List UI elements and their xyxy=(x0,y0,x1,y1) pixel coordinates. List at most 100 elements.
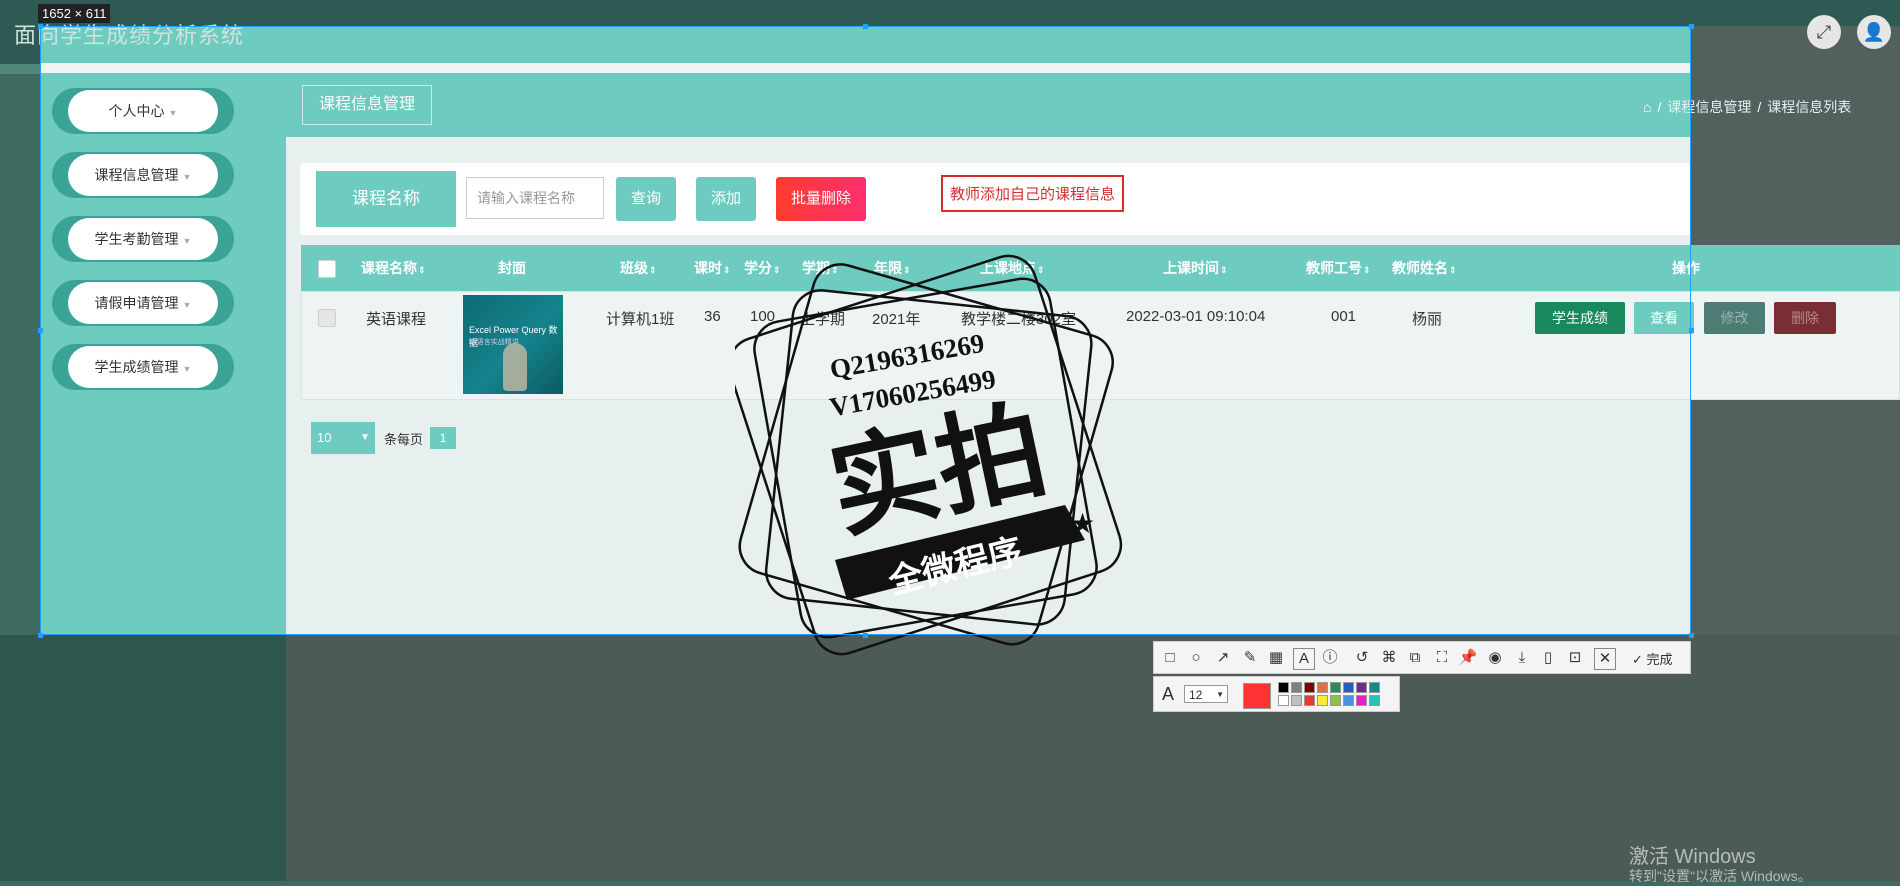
font-size-select[interactable]: 12 ▼ xyxy=(1184,685,1228,703)
color-swatch[interactable] xyxy=(1317,695,1328,706)
cell-course: 英语课程 xyxy=(366,311,427,328)
color-swatch[interactable] xyxy=(1291,682,1302,693)
select-all-checkbox[interactable] xyxy=(318,260,336,278)
resize-handle[interactable] xyxy=(1689,328,1694,333)
color-swatch[interactable] xyxy=(1278,682,1289,693)
text-options-toolbar: A 12 ▼ xyxy=(1153,676,1400,712)
download-icon[interactable]: ⤓ xyxy=(1512,648,1532,668)
resize-handle[interactable] xyxy=(863,633,868,638)
pen-icon[interactable]: ✎ xyxy=(1240,648,1260,668)
column-header-teacher-name[interactable]: 教师姓名⇕ xyxy=(1392,245,1457,291)
chevron-down-icon: ▼ xyxy=(360,432,370,443)
sidebar: 个人中心 ▼ 课程信息管理 ▼ 学生考勤管理 ▼ 请假申请管理 ▼ 学生成绩管理 ▼ xyxy=(40,73,286,635)
fullscreen-icon[interactable]: ⤢ xyxy=(1807,15,1841,49)
student-grades-button[interactable]: 学生成绩 xyxy=(1535,302,1625,334)
selection-size-label: 1652 × 611 xyxy=(38,4,111,23)
color-swatch[interactable] xyxy=(1369,682,1380,693)
sort-icon: ⇕ xyxy=(1220,265,1228,275)
sidebar-item-label: 个人中心 xyxy=(108,103,165,119)
color-swatch[interactable] xyxy=(1317,682,1328,693)
user-icon[interactable]: 👤 xyxy=(1857,15,1891,49)
color-swatch[interactable] xyxy=(1343,682,1354,693)
resize-handle[interactable] xyxy=(38,24,43,29)
pin-top-icon[interactable]: 📌 xyxy=(1458,648,1478,668)
resize-handle[interactable] xyxy=(38,328,43,333)
breadcrumb-item[interactable]: 课程信息管理 xyxy=(1667,99,1751,115)
color-swatch[interactable] xyxy=(1330,682,1341,693)
caret-down-icon: ▼ xyxy=(168,108,178,118)
color-swatch[interactable] xyxy=(1304,682,1315,693)
undo-icon[interactable]: ↺ xyxy=(1352,648,1372,668)
batch-delete-button[interactable]: 批量删除 xyxy=(776,177,866,221)
column-header-course[interactable]: 课程名称⇕ xyxy=(361,245,426,291)
per-page-label: 条每页 xyxy=(384,432,424,447)
breadcrumb-item-current: 课程信息列表 xyxy=(1767,99,1852,115)
caret-down-icon: ▼ xyxy=(182,172,192,182)
view-button[interactable]: 查看 xyxy=(1634,302,1694,334)
watermark-stamp: Q2196316269 V17060256499 实拍 全微程序 ★ ★ xyxy=(735,254,1123,656)
resize-handle[interactable] xyxy=(863,24,868,29)
sidebar-item-leave[interactable]: 请假申请管理 ▼ xyxy=(52,280,234,326)
color-swatch[interactable] xyxy=(1369,695,1380,706)
sidebar-item-course[interactable]: 课程信息管理 ▼ xyxy=(52,152,234,198)
resize-handle[interactable] xyxy=(1689,633,1694,638)
cell-hours: 36 xyxy=(704,308,721,325)
svg-text:★: ★ xyxy=(840,570,865,601)
background-sidebar xyxy=(0,635,286,881)
filter-label: 课程名称 xyxy=(316,171,456,227)
arrow-icon[interactable]: ↗ xyxy=(1213,648,1233,668)
sidebar-item-label: 课程信息管理 xyxy=(94,167,179,183)
current-color-swatch[interactable] xyxy=(1243,683,1271,709)
color-swatch[interactable] xyxy=(1356,682,1367,693)
done-button[interactable]: ✓ 完成 xyxy=(1632,649,1673,668)
number-icon[interactable]: ⓘ xyxy=(1320,648,1340,668)
caret-down-icon: ▼ xyxy=(182,364,192,374)
column-header-teacher-id[interactable]: 教师工号⇕ xyxy=(1306,245,1371,291)
course-name-search-input[interactable] xyxy=(466,177,604,219)
color-swatch[interactable] xyxy=(1330,695,1341,706)
cancel-icon[interactable]: ✕ xyxy=(1594,648,1616,670)
caret-down-icon: ▼ xyxy=(182,300,192,310)
column-header-hours[interactable]: 课时⇕ xyxy=(694,245,731,291)
sort-icon: ⇕ xyxy=(649,265,657,275)
home-icon[interactable]: ⌂ xyxy=(1643,99,1651,115)
mosaic-icon[interactable]: ▦ xyxy=(1266,648,1286,668)
color-swatch[interactable] xyxy=(1356,695,1367,706)
page-title: 课程信息管理 xyxy=(302,85,433,125)
edit-button[interactable]: 修改 xyxy=(1704,302,1765,334)
query-button[interactable]: 查询 xyxy=(616,177,676,221)
resize-handle[interactable] xyxy=(1689,24,1694,29)
column-header-actions: 操作 xyxy=(1672,260,1700,276)
sidebar-item-personal[interactable]: 个人中心 ▼ xyxy=(52,88,234,134)
rect-icon[interactable]: □ xyxy=(1160,648,1180,668)
sort-icon: ⇕ xyxy=(1449,265,1457,275)
record-icon[interactable]: ◉ xyxy=(1485,648,1505,668)
ocr-icon[interactable]: ⧉ xyxy=(1405,648,1425,668)
sidebar-item-attendance[interactable]: 学生考勤管理 ▼ xyxy=(52,216,234,262)
page-size-select[interactable]: 10 ▼ xyxy=(311,422,375,454)
column-header-class[interactable]: 班级⇕ xyxy=(620,245,657,291)
color-swatch[interactable] xyxy=(1291,695,1302,706)
resize-handle[interactable] xyxy=(38,633,43,638)
page-number-1[interactable]: 1 xyxy=(430,427,456,449)
pin-icon[interactable]: ⌘ xyxy=(1379,648,1399,668)
breadcrumb: ⌂ / 课程信息管理 / 课程信息列表 xyxy=(1643,99,1852,115)
color-swatch[interactable] xyxy=(1278,695,1289,706)
text-icon[interactable]: A xyxy=(1293,648,1315,670)
annotation-note: 教师添加自己的课程信息 xyxy=(941,175,1125,212)
scroll-icon[interactable]: ⛶ xyxy=(1432,648,1452,668)
row-checkbox[interactable] xyxy=(318,309,336,327)
color-swatch[interactable] xyxy=(1304,695,1315,706)
sidebar-item-grades[interactable]: 学生成绩管理 ▼ xyxy=(52,344,234,390)
add-button[interactable]: 添加 xyxy=(696,177,756,221)
delete-button[interactable]: 删除 xyxy=(1774,302,1836,334)
color-swatch[interactable] xyxy=(1343,695,1354,706)
save-icon[interactable]: ⊡ xyxy=(1565,648,1585,668)
app-topbar xyxy=(40,26,1691,63)
sidebar-item-label: 学生成绩管理 xyxy=(94,359,179,375)
column-header-cover: 封面 xyxy=(498,260,526,276)
circle-icon[interactable]: ○ xyxy=(1186,648,1206,668)
copy-icon[interactable]: ▯ xyxy=(1538,648,1558,668)
check-icon: ✓ xyxy=(1632,652,1643,667)
column-header-time[interactable]: 上课时间⇕ xyxy=(1163,245,1228,291)
